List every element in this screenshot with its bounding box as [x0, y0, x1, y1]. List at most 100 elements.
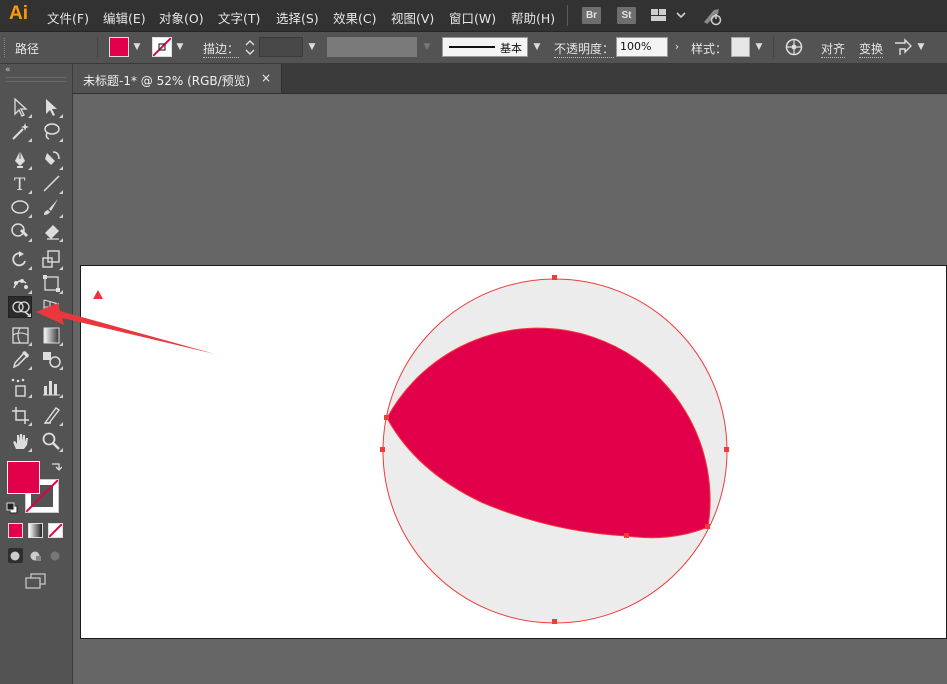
brush-dropdown-button[interactable]: ▼ [530, 38, 544, 56]
menu-object[interactable]: 对象(O) [159, 8, 204, 27]
anchor-point[interactable] [724, 447, 729, 452]
recolor-artwork-button[interactable] [785, 38, 803, 56]
anchor-point[interactable] [552, 275, 557, 280]
tool-group-indicator [28, 238, 32, 242]
hand-tool[interactable] [8, 430, 32, 452]
graphic-style-dropdown[interactable]: ▼ [752, 38, 766, 56]
selection-type-label: 路径 [15, 42, 40, 56]
anchor-point[interactable] [705, 524, 710, 529]
opacity-expand-button[interactable]: › [670, 38, 684, 56]
slice-tool[interactable] [39, 404, 63, 426]
color-mode-button[interactable] [8, 523, 23, 538]
draw-inside-icon [50, 551, 60, 561]
canvas-area[interactable] [73, 94, 947, 684]
tool-group-indicator [28, 190, 32, 194]
anchor-point[interactable] [380, 447, 385, 452]
scale-tool[interactable] [39, 248, 63, 270]
default-colors-button[interactable] [6, 502, 18, 514]
ellipse-tool[interactable] [8, 196, 32, 218]
control-panel-menu-button[interactable]: ▼ [914, 38, 928, 56]
paintbrush-tool[interactable] [39, 196, 63, 218]
anchor-point[interactable] [624, 533, 629, 538]
menu-window[interactable]: 窗口(W) [449, 8, 496, 27]
anchor-point[interactable] [384, 415, 389, 420]
collapse-panel-icon[interactable]: « [5, 65, 11, 75]
stepper-arrows-icon [245, 40, 255, 55]
puppet-warp-tool[interactable] [8, 272, 32, 294]
variable-width-profile[interactable] [327, 37, 417, 57]
draw-behind-button[interactable] [28, 548, 43, 563]
pen-tool[interactable] [8, 148, 32, 170]
tool-group-indicator [28, 342, 32, 346]
stroke-label[interactable]: 描边： [203, 40, 240, 58]
mesh-tool[interactable] [8, 324, 32, 346]
transform-button[interactable]: 变换 [859, 40, 884, 58]
stroke-weight-dropdown[interactable]: ▼ [305, 38, 319, 56]
tool-group-indicator [28, 266, 32, 270]
align-button[interactable]: 对齐 [821, 40, 846, 58]
stroke-weight-field[interactable] [259, 37, 303, 57]
artboard[interactable] [80, 265, 947, 639]
shape-builder-tool[interactable] [8, 296, 32, 318]
artwork [93, 275, 729, 624]
tool-group-indicator [27, 313, 31, 317]
rotate-tool[interactable] [8, 248, 32, 270]
gradient-mode-button[interactable] [28, 523, 43, 538]
menu-type[interactable]: 文字(T) [218, 8, 260, 27]
free-transform-tool[interactable] [39, 272, 63, 294]
menu-bar: Ai 文件(F) 编辑(E) 对象(O) 文字(T) 选择(S) 效果(C) 视… [0, 0, 947, 32]
bridge-button[interactable]: Br [582, 7, 601, 24]
workspace-switcher-button[interactable] [650, 8, 688, 24]
menu-view[interactable]: 视图(V) [391, 8, 434, 27]
screen-mode-button[interactable] [24, 572, 48, 590]
menu-help[interactable]: 帮助(H) [511, 8, 555, 27]
eyedropper-tool[interactable] [8, 348, 32, 370]
fill-dropdown-button[interactable]: ▼ [130, 38, 144, 56]
magic-wand-tool[interactable] [8, 120, 32, 142]
type-tool[interactable]: T [8, 172, 32, 194]
none-mode-button[interactable] [48, 523, 63, 538]
gpu-performance-button[interactable] [700, 5, 724, 27]
shaper-tool[interactable] [8, 220, 32, 242]
opacity-label[interactable]: 不透明度： [554, 40, 615, 58]
isolate-object-button[interactable] [893, 38, 913, 57]
document-tab[interactable]: 未标题-1* @ 52% (RGB/预览) × [73, 64, 282, 93]
gradient-tool[interactable] [39, 324, 63, 346]
style-label: 样式： [691, 42, 728, 56]
blend-tool[interactable] [39, 348, 63, 370]
stroke-color-swatch[interactable] [152, 37, 172, 57]
artboard-tool[interactable] [8, 404, 32, 426]
zoom-tool[interactable] [39, 430, 63, 452]
menu-file[interactable]: 文件(F) [47, 8, 89, 27]
menu-edit[interactable]: 编辑(E) [103, 8, 146, 27]
close-tab-icon[interactable]: × [261, 71, 271, 85]
menu-select[interactable]: 选择(S) [276, 8, 319, 27]
symbol-sprayer-tool[interactable] [8, 376, 32, 398]
opacity-field[interactable]: 100% [616, 37, 668, 57]
variable-width-dropdown[interactable]: ▼ [420, 38, 434, 56]
menu-effect[interactable]: 效果(C) [333, 8, 376, 27]
panel-grip[interactable] [6, 77, 66, 82]
lasso-tool[interactable] [39, 120, 63, 142]
fill-swatch[interactable] [7, 461, 40, 494]
eraser-tool[interactable] [39, 220, 63, 242]
fill-color-swatch[interactable] [109, 37, 129, 57]
curvature-tool[interactable] [39, 148, 63, 170]
stroke-dropdown-button[interactable]: ▼ [173, 38, 187, 56]
stroke-weight-stepper[interactable] [243, 38, 257, 57]
perspective-grid-tool[interactable] [39, 296, 63, 318]
line-segment-tool[interactable] [39, 172, 63, 194]
direct-selection-tool[interactable] [39, 96, 63, 118]
draw-normal-button[interactable] [8, 548, 23, 563]
brush-definition-field[interactable]: 基本 [442, 37, 528, 57]
anchor-point[interactable] [552, 619, 557, 624]
control-separator [97, 37, 98, 58]
graphic-style-swatch[interactable] [731, 37, 750, 57]
draw-inside-button[interactable] [48, 548, 63, 563]
column-graph-tool[interactable] [39, 376, 63, 398]
stock-button[interactable]: St [617, 7, 636, 24]
document-tab-title: 未标题-1* @ 52% (RGB/预览) [83, 74, 251, 88]
tool-group-indicator [59, 166, 63, 170]
selection-tool[interactable] [8, 96, 32, 118]
swap-fill-stroke-button[interactable] [50, 461, 63, 473]
